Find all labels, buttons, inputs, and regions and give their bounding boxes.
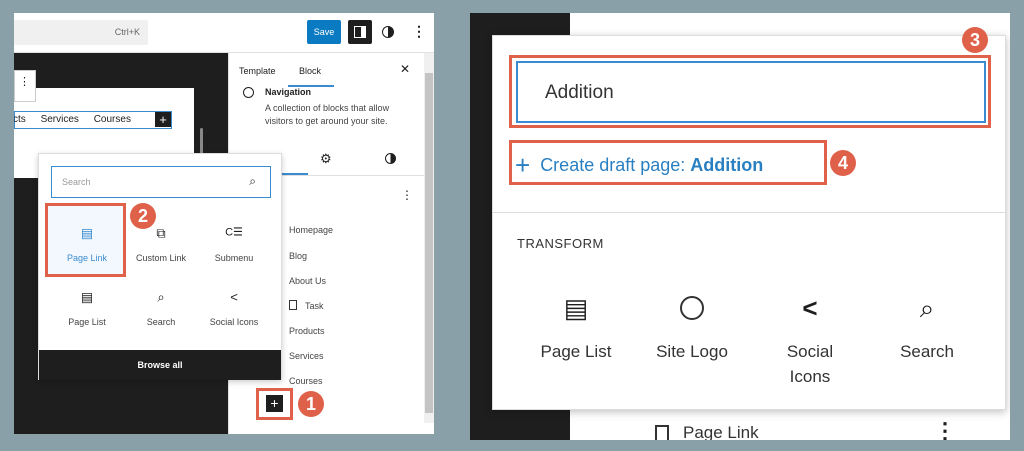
menu-item[interactable]: Homepage <box>289 220 333 238</box>
nav-add-button[interactable]: + <box>155 112 171 127</box>
custom-link-icon: ⧉ <box>156 225 166 241</box>
share-icon: < <box>230 289 238 305</box>
inserter-item-social-icons[interactable]: Social Icons <box>210 317 259 327</box>
item-options-icon[interactable]: ⋮ <box>934 418 956 440</box>
menu-item-label: Products <box>289 326 325 336</box>
page-icon <box>289 299 297 310</box>
search-icon: ⌕ <box>249 174 256 188</box>
menu-item[interactable]: Blog <box>289 246 307 264</box>
inserter-search-input[interactable]: Search ⌕ <box>51 166 271 198</box>
page-list-icon: ▤ <box>80 289 94 305</box>
navigation-block[interactable]: cts Services Courses + <box>14 111 172 129</box>
nav-item[interactable]: Courses <box>94 114 131 125</box>
browse-all-label: Browse all <box>137 360 183 370</box>
tab-template[interactable]: Template <box>239 66 276 76</box>
search-icon: ⌕ <box>919 293 935 323</box>
sidebar-scrollbar[interactable] <box>424 53 434 423</box>
transform-social-icons-line2: Icons <box>789 367 831 386</box>
below-list-item[interactable]: Page Link <box>655 423 759 440</box>
step-badge: 3 <box>962 27 988 53</box>
transform-search[interactable]: Search <box>900 342 954 362</box>
inserter-item-custom-link[interactable]: Custom Link <box>136 253 186 263</box>
gear-icon[interactable]: ⚙ <box>320 151 332 167</box>
highlight-page-link <box>45 203 126 277</box>
menu-item-label: About Us <box>289 276 327 286</box>
site-logo-icon <box>680 296 704 320</box>
command-search[interactable]: Ctrl+K <box>14 20 148 45</box>
menu-item[interactable]: Task <box>289 296 324 314</box>
step-badge: 2 <box>130 203 156 229</box>
search-icon: ⌕ <box>157 289 165 305</box>
menu-item[interactable]: Services <box>289 346 324 364</box>
divider <box>493 212 1007 213</box>
menu-item-label: Homepage <box>289 225 334 235</box>
step-badge: 1 <box>298 391 324 417</box>
shortcut-hint: Ctrl+K <box>114 27 140 37</box>
highlight-add-button <box>256 388 293 420</box>
browse-all-button[interactable]: Browse all <box>39 350 281 380</box>
transform-page-list[interactable]: Page List <box>541 342 612 362</box>
transform-site-logo[interactable]: Site Logo <box>656 342 728 362</box>
sidebar-icon <box>354 26 366 38</box>
menu-item[interactable]: Courses <box>289 371 323 389</box>
settings-panel-toggle[interactable] <box>348 20 372 44</box>
menu-item-label: Blog <box>289 251 308 261</box>
menu-item-label: Task <box>305 301 324 311</box>
search-placeholder: Search <box>62 177 91 187</box>
nav-item[interactable]: Services <box>41 114 79 125</box>
menu-item-label: Courses <box>289 376 323 386</box>
list-item-label: Page Link <box>683 423 759 440</box>
inserter-item-page-list[interactable]: Page List <box>68 317 106 327</box>
page-list-icon: ▤ <box>563 293 589 323</box>
transform-heading: TRANSFORM <box>517 236 604 251</box>
highlight-input <box>509 55 991 128</box>
highlight-create-draft <box>509 140 827 185</box>
tab-block[interactable]: Block <box>299 66 321 76</box>
navigation-compass-icon <box>243 87 254 98</box>
close-icon[interactable]: ✕ <box>400 62 410 76</box>
block-description: visitors to get around your site. <box>265 116 388 126</box>
options-menu-icon[interactable]: ⋮ <box>412 23 426 40</box>
styles-contrast-icon[interactable] <box>382 26 394 38</box>
menu-options-icon[interactable]: ⋮ <box>401 188 413 202</box>
menu-item-label: Services <box>289 351 324 361</box>
save-button[interactable]: Save <box>307 20 341 44</box>
nav-item[interactable]: cts <box>14 114 26 125</box>
share-icon: < <box>802 293 818 323</box>
block-toolbar[interactable]: ⋮ <box>14 70 36 102</box>
transform-social-icons[interactable]: Social <box>787 342 833 362</box>
styles-tab-icon[interactable] <box>385 153 396 164</box>
inserter-item-submenu[interactable]: Submenu <box>215 253 254 263</box>
menu-item[interactable]: Products <box>289 321 325 339</box>
block-title: Navigation <box>265 87 312 97</box>
inserter-item-search[interactable]: Search <box>147 317 176 327</box>
page-icon <box>655 425 669 440</box>
block-description: A collection of blocks that allow <box>265 103 390 113</box>
menu-item[interactable]: About Us <box>289 271 326 289</box>
step-badge: 4 <box>830 150 856 176</box>
submenu-icon: C☰ <box>225 226 243 239</box>
